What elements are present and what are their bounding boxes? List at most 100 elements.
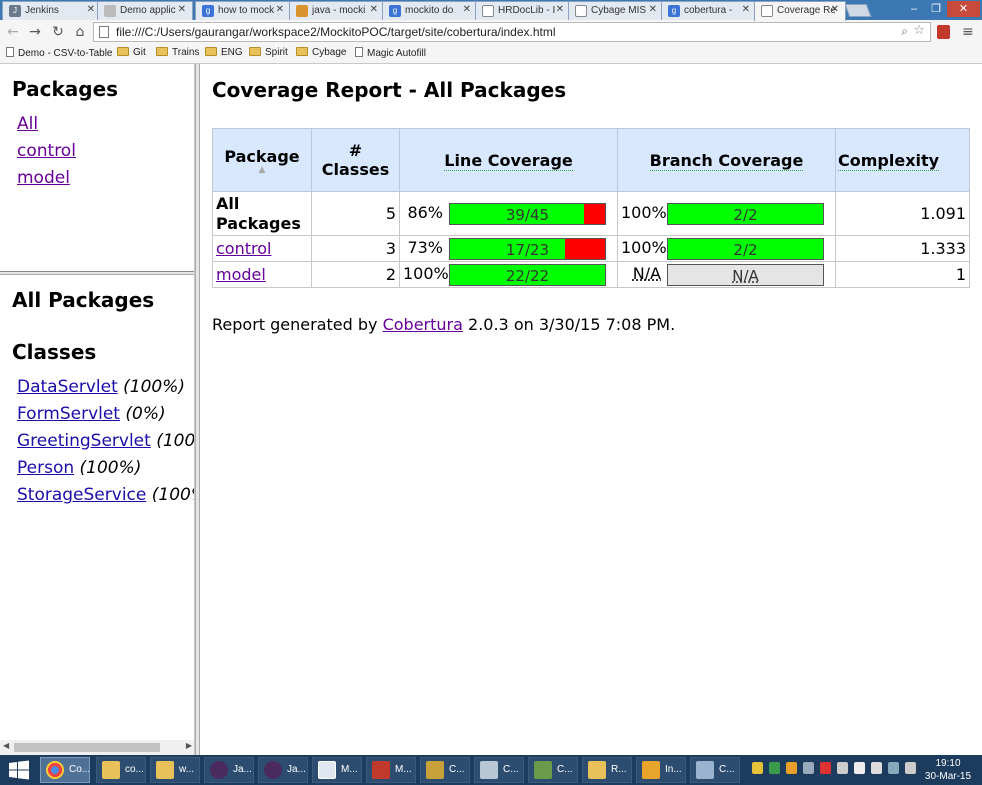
bookmark-magic-autofill[interactable]: Magic Autofill [355,47,426,59]
minimize-icon[interactable]: – [903,1,925,17]
taskbar-item-app-c3[interactable]: C... [690,757,740,783]
close-tab-icon[interactable]: ✕ [831,4,839,15]
bookmark-cybage[interactable]: Cybage [296,47,346,58]
taskbar-item-pdf[interactable]: M... [366,757,416,783]
close-tab-icon[interactable]: ✕ [556,4,564,15]
volume-icon[interactable] [905,762,916,774]
horizontal-scrollbar[interactable]: ◀ ▶ [0,740,194,755]
close-tab-icon[interactable]: ✕ [649,4,657,15]
tab-cobertura[interactable]: g cobertura - ✕ [661,1,757,20]
class-link-dataservlet[interactable]: DataServlet [17,377,118,397]
restore-icon[interactable]: ❐ [925,1,947,17]
bookmark-label: Trains [172,47,200,58]
line-coverage-cell: 73% 17/23 [399,235,618,262]
bookmark-spirit[interactable]: Spirit [249,47,288,58]
page-viewport: Packages All control model All Packages … [0,64,982,755]
zoom-icon[interactable]: ⌕ [901,24,908,39]
page-favicon-icon [104,5,116,17]
tray-app-icon[interactable] [820,762,831,774]
taskbar-label: R... [611,764,627,775]
tray-app-icon[interactable] [786,762,797,774]
bookmark-eng[interactable]: ENG [205,47,243,58]
class-item: DataServlet (100%) [17,377,194,404]
clock[interactable]: 19:10 30-Mar-15 [918,757,978,783]
tab-demo[interactable]: Demo applic ✕ [97,1,193,20]
close-tab-icon[interactable]: ✕ [742,4,750,15]
taskbar-item-eclipse-2[interactable]: Ja... [258,757,308,783]
address-bar[interactable]: file:///C:/Users/gaurangar/workspace2/Mo… [93,22,931,42]
mail-icon [588,761,606,779]
package-link-model[interactable]: model [216,265,266,284]
tab-how-to-mock[interactable]: g how to mock ✕ [195,1,291,20]
reload-icon[interactable]: ↻ [49,23,67,41]
bookmark-star-icon[interactable]: ☆ [913,23,925,38]
close-tab-icon[interactable]: ✕ [276,4,284,15]
forward-icon[interactable]: → [26,23,44,41]
folder-icon [296,47,308,56]
class-link-greetingservlet[interactable]: GreetingServlet [17,431,151,451]
tab-hrdoclib[interactable]: HRDocLib - I ✕ [475,1,571,20]
tray-flag-icon[interactable] [854,762,865,774]
taskbar-item-outlook[interactable]: In... [636,757,686,783]
tray-app-icon[interactable] [752,762,763,774]
close-tab-icon[interactable]: ✕ [370,4,378,15]
column-header-branch-coverage[interactable]: Branch Coverage [617,128,836,192]
taskbar-item-mail[interactable]: R... [582,757,632,783]
column-header-package[interactable]: Package ▲ [212,128,312,192]
column-header-classes[interactable]: # Classes [311,128,400,192]
column-header-complexity[interactable]: Complexity [835,128,970,192]
taskbar-item-eclipse-1[interactable]: Ja... [204,757,254,783]
taskbar-item-app-c1[interactable]: C... [420,757,470,783]
url-text[interactable]: file:///C:/Users/gaurangar/workspace2/Mo… [116,25,556,39]
taskbar-item-app-m1[interactable]: M... [312,757,362,783]
package-link-model[interactable]: model [17,168,70,188]
tray-network-icon[interactable] [871,762,882,774]
class-link-formservlet[interactable]: FormServlet [17,404,120,424]
extension-icon[interactable] [937,25,950,39]
close-tab-icon[interactable]: ✕ [87,4,95,15]
tab-cybage-mis[interactable]: Cybage MIS ✕ [568,1,664,20]
column-header-line-coverage[interactable]: Line Coverage [399,128,618,192]
taskbar-item-app-c2[interactable]: C... [528,757,578,783]
taskbar-label: Ja... [233,764,252,775]
class-coverage: (100%) [123,377,186,397]
tray-display-icon[interactable] [888,762,899,774]
taskbar-item-explorer-1[interactable]: co... [96,757,146,783]
scroll-left-icon[interactable]: ◀ [3,741,9,750]
eclipse-icon [210,761,228,779]
tray-app-icon[interactable] [803,762,814,774]
taskbar-item-calculator[interactable]: C... [474,757,524,783]
tab-java-mockito[interactable]: java - mocki ✕ [289,1,385,20]
package-link-control[interactable]: control [17,141,76,161]
taskbar-item-chrome[interactable]: Co... [40,757,90,783]
windows-start-icon[interactable] [8,760,30,780]
back-icon[interactable]: ← [4,23,22,41]
tab-coverage-report[interactable]: Coverage Re ✕ [754,1,846,21]
branch-coverage-bar: 2/2 [667,202,824,225]
home-icon[interactable]: ⌂ [71,23,89,41]
complexity-value: 1.333 [835,235,970,262]
chrome-menu-icon[interactable]: ≡ [962,24,974,40]
close-tab-icon[interactable]: ✕ [463,4,471,15]
tab-label: mockito do [405,5,454,16]
close-window-icon[interactable]: ✕ [947,1,980,17]
tray-app-icon[interactable] [837,762,848,774]
bookmark-git[interactable]: Git [117,47,146,58]
cobertura-link[interactable]: Cobertura [383,315,463,334]
tray-app-icon[interactable] [769,762,780,774]
scroll-right-icon[interactable]: ▶ [186,741,192,750]
tab-jenkins[interactable]: J Jenkins ✕ [2,1,102,20]
scrollbar-thumb[interactable] [14,743,160,752]
class-link-storageservice[interactable]: StorageService [17,485,146,505]
bookmark-demo-csv[interactable]: Demo - CSV-to-Table [6,47,112,59]
tab-mockito-docs[interactable]: g mockito do ✕ [382,1,478,20]
bookmark-trains[interactable]: Trains [156,47,199,58]
frame-resize-handle-horizontal[interactable] [0,271,194,275]
pdf-icon [372,761,390,779]
package-link-control[interactable]: control [216,239,271,258]
package-link-all[interactable]: All [17,114,38,134]
class-link-person[interactable]: Person [17,458,74,478]
taskbar-item-explorer-2[interactable]: w... [150,757,200,783]
close-tab-icon[interactable]: ✕ [178,4,186,15]
new-tab-button[interactable] [844,4,872,17]
